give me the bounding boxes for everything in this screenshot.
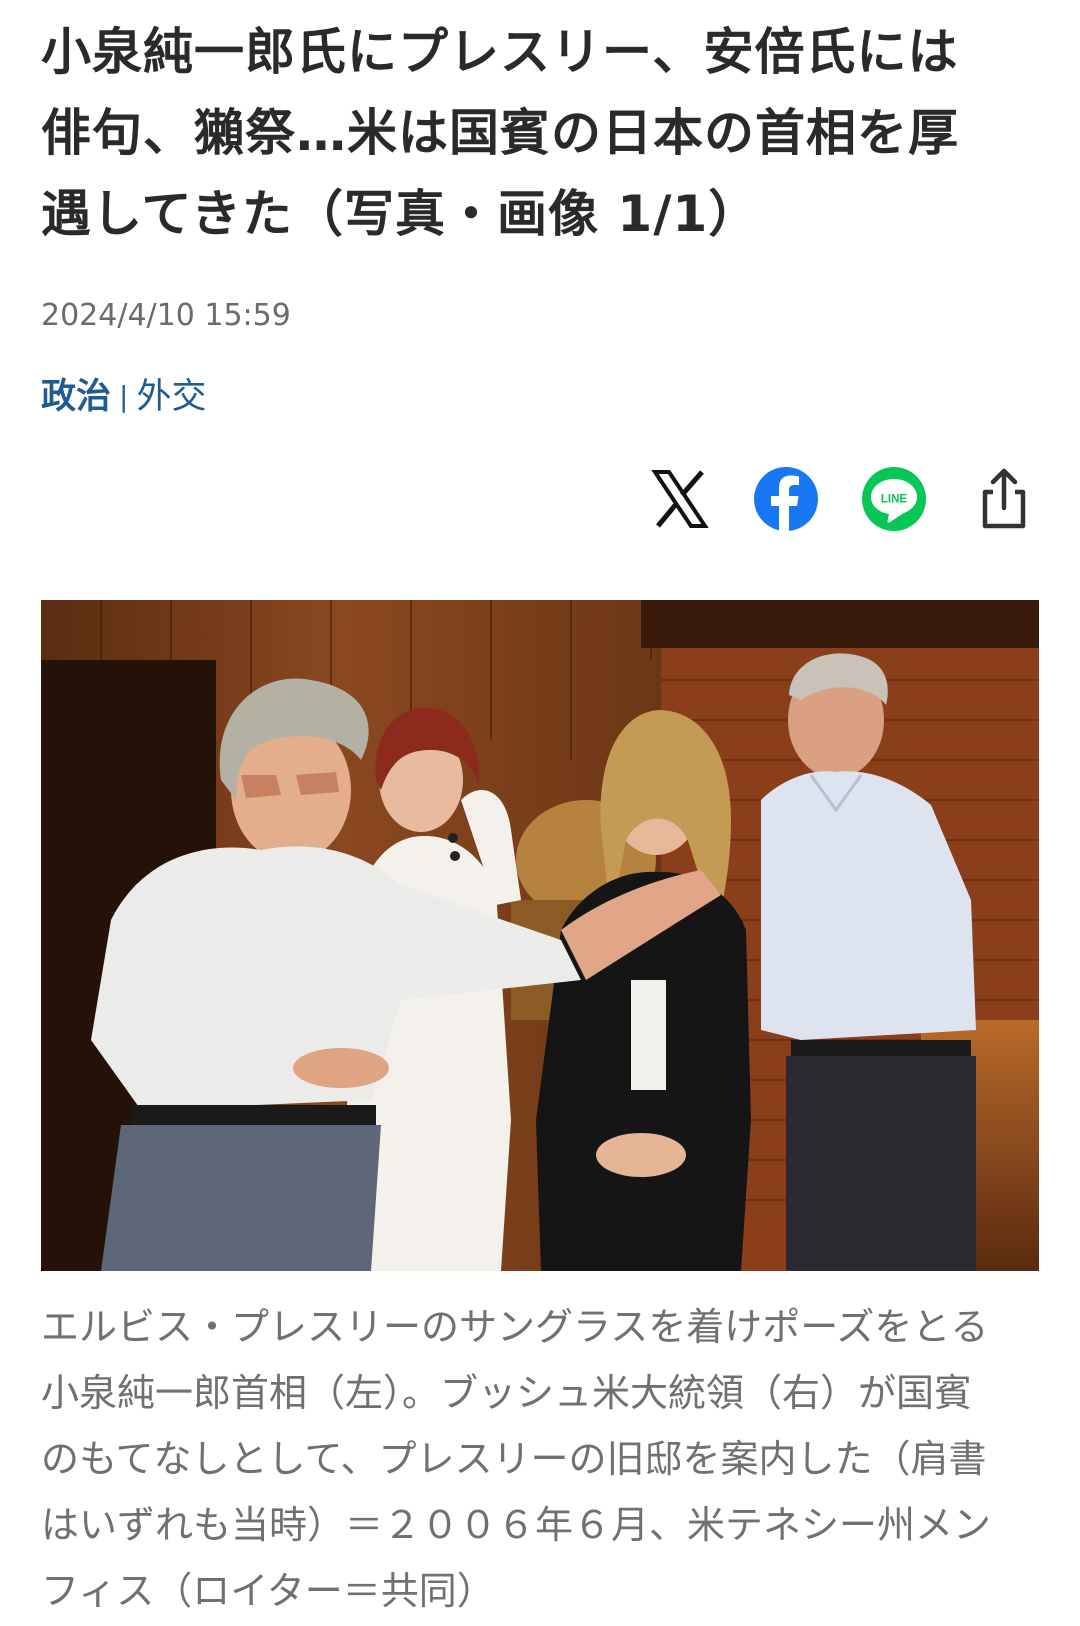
x-logo-icon: [651, 470, 709, 528]
share-upload-icon: [982, 468, 1026, 529]
photo-caption-line-1: エルビス・プレスリーのサングラスを着けポーズをとる: [41, 1305, 989, 1349]
article-title-line-2: 俳句、獺祭…米は国賓の日本の首相を厚: [41, 104, 959, 162]
photo-caption-line-4: はいずれも当時）＝２００６年６月、米テネシー州メン: [41, 1503, 992, 1547]
facebook-icon: [754, 467, 818, 531]
publish-timestamp: 2024/4/10 15:59: [41, 298, 291, 333]
category-link-politics[interactable]: 政治: [41, 377, 111, 417]
category-link-diplomacy[interactable]: 外交: [136, 377, 206, 417]
share-generic-button[interactable]: [969, 464, 1039, 534]
photo-illustration: [41, 600, 1039, 1271]
photo-caption-line-3: のもてなしとして、プレスリーの旧邸を案内した（肩書: [41, 1437, 987, 1481]
line-icon-text: LINE: [881, 494, 908, 506]
article-title: 小泉純一郎氏にプレスリー、安倍氏には 俳句、獺祭…米は国賓の日本の首相を厚 遇し…: [41, 12, 1041, 255]
share-toolbar: LINE: [0, 464, 1080, 534]
share-facebook-button[interactable]: [751, 464, 821, 534]
photo-caption-line-2: 小泉純一郎首相（左）。ブッシュ米大統領（右）が国賓: [41, 1371, 973, 1415]
article-photo: [41, 600, 1039, 1271]
line-icon: LINE: [862, 467, 926, 531]
category-separator: |: [119, 380, 129, 413]
share-line-button[interactable]: LINE: [859, 464, 929, 534]
article-title-line-1: 小泉純一郎氏にプレスリー、安倍氏には: [41, 23, 959, 81]
article-title-line-3: 遇してきた（写真・画像 1/1）: [41, 185, 760, 243]
photo-caption-line-5: フィス（ロイター＝共同）: [41, 1569, 495, 1613]
share-x-button[interactable]: [645, 464, 715, 534]
photo-caption: エルビス・プレスリーのサングラスを着けポーズをとる 小泉純一郎首相（左）。ブッシ…: [41, 1294, 1041, 1624]
category-breadcrumb: 政治 | 外交: [41, 374, 206, 420]
